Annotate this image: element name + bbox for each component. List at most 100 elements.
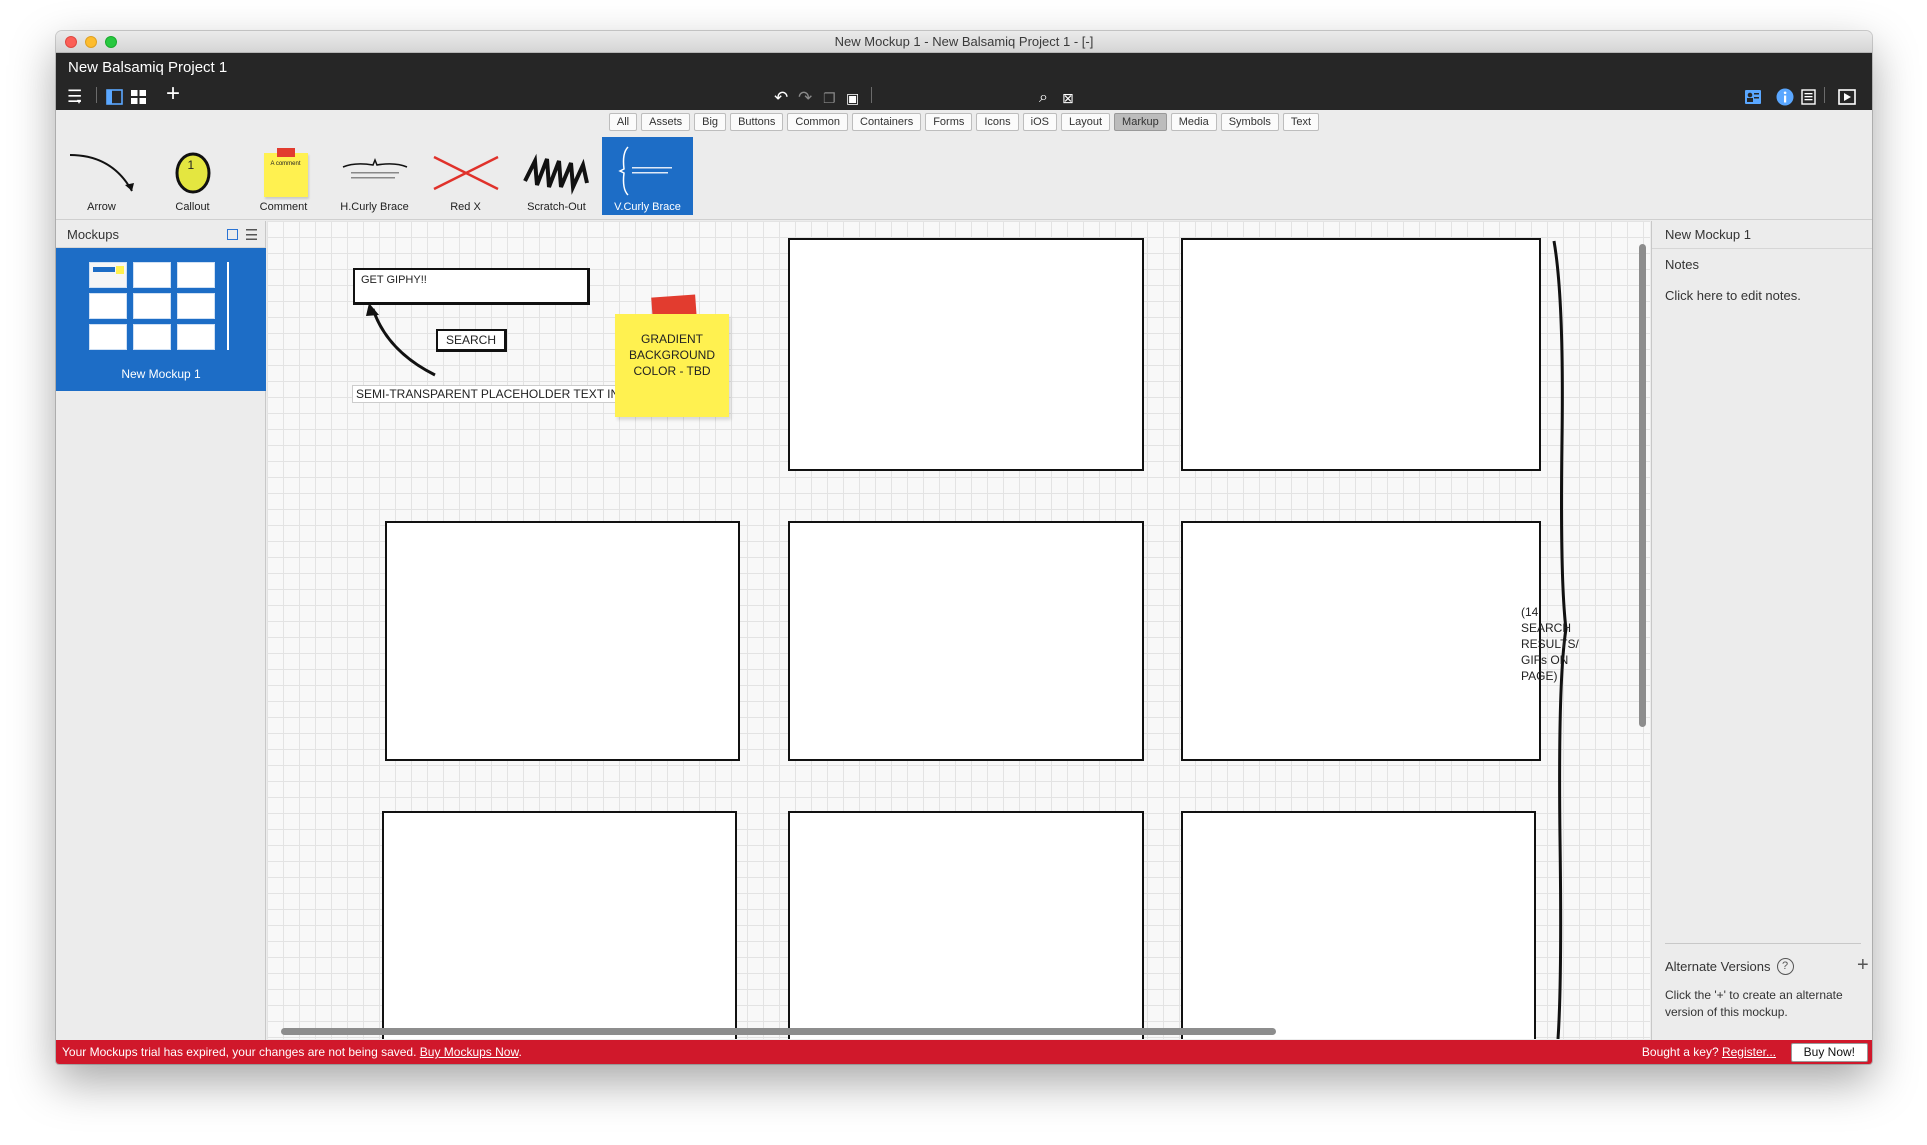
component-scratch-out[interactable]: Scratch-Out <box>511 137 602 215</box>
register-prompt: Bought a key? Register... <box>1641 1045 1776 1059</box>
mockup-name: New Mockup 1 <box>121 367 201 381</box>
copy-icon[interactable]: ❐ <box>823 88 836 108</box>
app-window: New Mockup 1 - New Balsamiq Project 1 - … <box>56 31 1872 1064</box>
sidebar-title: Mockups <box>67 226 120 242</box>
horizontal-scroll-thumb[interactable] <box>281 1028 1276 1035</box>
gif-result-placeholder[interactable] <box>788 811 1144 1039</box>
tab-big[interactable]: Big <box>694 113 727 131</box>
curved-arrow-icon <box>366 303 436 377</box>
thumbnail-view-icon[interactable] <box>227 229 238 240</box>
add-alternate-version-button[interactable]: + <box>1857 954 1869 977</box>
list-view-icon[interactable] <box>246 229 257 241</box>
grid-view-icon[interactable] <box>130 89 147 105</box>
tab-assets[interactable]: Assets <box>641 113 691 131</box>
sticky-note[interactable]: GRADIENT BACKGROUND COLOR - TBD <box>615 314 729 417</box>
trial-message: Your Mockups trial has expired, your cha… <box>62 1045 522 1059</box>
gif-result-placeholder[interactable] <box>1181 811 1536 1039</box>
clipboard-icon[interactable]: ⊠ <box>1062 88 1074 108</box>
properties-panel: New Mockup 1 Notes Click here to edit no… <box>1651 221 1872 1040</box>
tab-layout[interactable]: Layout <box>1061 113 1111 131</box>
title-bar: New Mockup 1 - New Balsamiq Project 1 - … <box>56 31 1872 53</box>
buy-now-button[interactable]: Buy Now! <box>1790 1043 1868 1062</box>
tab-all[interactable]: All <box>608 113 638 131</box>
app-header: New Balsamiq Project 1 ☰ ▾ + ↶ ↷ ❐ ▣ ⌕ ⊠ <box>56 53 1872 110</box>
gif-result-placeholder[interactable] <box>1181 521 1541 761</box>
tab-symbols[interactable]: Symbols <box>1220 113 1279 131</box>
mockup-thumbnail <box>89 262 229 352</box>
sidebar-header: Mockups <box>56 221 265 248</box>
divider <box>1665 943 1861 944</box>
alternate-versions-header: Alternate Versions ? <box>1665 958 1794 975</box>
mockups-sidebar: Mockups New Mockup 1 <box>56 221 266 1040</box>
close-window-button[interactable] <box>65 36 77 48</box>
help-icon[interactable]: ? <box>1776 958 1794 975</box>
component-label: Comment <box>259 201 308 213</box>
component-label: Scratch-Out <box>527 201 586 213</box>
component-callout[interactable]: 1 Callout <box>147 137 238 215</box>
tab-containers[interactable]: Containers <box>852 113 922 131</box>
undo-icon[interactable]: ↶ <box>774 88 788 108</box>
tab-forms[interactable]: Forms <box>925 113 973 131</box>
tab-markup[interactable]: Markup <box>1114 113 1167 131</box>
notes-label: Notes <box>1665 257 1699 272</box>
component-strip: Arrow 1 Callout A comment Comment H.Curl… <box>56 134 1872 220</box>
library-filter-tabs: All Assets Big Buttons Common Containers… <box>56 110 1872 134</box>
tab-common[interactable]: Common <box>787 113 848 131</box>
vertical-scroll-thumb[interactable] <box>1639 244 1646 727</box>
scratch-out-icon <box>522 153 589 195</box>
gif-result-placeholder[interactable] <box>1181 238 1541 471</box>
search-icon[interactable]: ⌕ <box>1039 88 1048 108</box>
window-title: New Mockup 1 - New Balsamiq Project 1 - … <box>834 34 1094 49</box>
panel-title: New Mockup 1 <box>1652 221 1872 249</box>
paste-icon[interactable]: ▣ <box>846 88 859 108</box>
vertical-scrollbar[interactable] <box>1637 226 1647 1016</box>
tab-icons[interactable]: Icons <box>976 113 1019 131</box>
notes-field[interactable]: Click here to edit notes. <box>1665 288 1801 303</box>
component-v-curly-brace[interactable]: V.Curly Brace <box>602 137 693 215</box>
component-h-curly-brace[interactable]: H.Curly Brace <box>329 137 420 215</box>
tab-media[interactable]: Media <box>1170 113 1217 131</box>
placeholder-annotation[interactable]: SEMI-TRANSPARENT PLACEHOLDER TEXT IN CSS <box>352 385 652 403</box>
add-icon[interactable]: + <box>166 82 180 106</box>
play-icon[interactable] <box>1838 89 1856 105</box>
gif-result-placeholder[interactable] <box>788 521 1144 761</box>
component-label: V.Curly Brace <box>614 201 681 213</box>
component-comment[interactable]: A comment Comment <box>238 137 329 215</box>
alternate-versions-label: Alternate Versions <box>1665 959 1771 974</box>
red-x-icon <box>432 155 499 191</box>
alternate-versions-description: Click the '+' to create an alternate ver… <box>1665 988 1843 1019</box>
minimize-window-button[interactable] <box>85 36 97 48</box>
mockup-thumbnail-item[interactable]: New Mockup 1 <box>56 248 266 391</box>
component-arrow[interactable]: Arrow <box>56 137 147 215</box>
sticky-note-icon: A comment <box>244 145 324 197</box>
gif-result-placeholder[interactable] <box>788 238 1144 471</box>
component-red-x[interactable]: Red X <box>420 137 511 215</box>
single-view-icon[interactable] <box>106 89 123 105</box>
mockup-canvas[interactable]: GET GIPHY!! SEARCH SEMI-TRANSPARENT PLAC… <box>267 221 1650 1039</box>
arrow-icon <box>69 154 134 192</box>
zoom-window-button[interactable] <box>105 36 117 48</box>
v-curly-brace-icon <box>617 146 672 196</box>
callout-icon: 1 <box>153 145 233 197</box>
project-title: New Balsamiq Project 1 <box>68 59 228 76</box>
tab-ios[interactable]: iOS <box>1022 113 1058 131</box>
register-link[interactable]: Register... <box>1722 1045 1776 1059</box>
window-controls <box>65 36 117 48</box>
document-icon[interactable] <box>1801 89 1816 105</box>
gif-result-placeholder[interactable] <box>382 811 737 1039</box>
trial-expired-bar: Your Mockups trial has expired, your cha… <box>56 1040 1872 1064</box>
results-count-note[interactable]: (14 SEARCH RESULTS/ GIFs ON PAGE) <box>1521 604 1591 684</box>
horizontal-scrollbar[interactable] <box>269 1025 1634 1037</box>
component-label: Red X <box>450 201 481 213</box>
tab-buttons[interactable]: Buttons <box>730 113 784 131</box>
info-icon[interactable] <box>1776 88 1794 106</box>
redo-icon[interactable]: ↷ <box>798 88 812 108</box>
gif-result-placeholder[interactable] <box>385 521 740 761</box>
buy-mockups-link[interactable]: Buy Mockups Now <box>420 1045 519 1059</box>
tab-text[interactable]: Text <box>1282 113 1320 131</box>
account-icon[interactable] <box>1744 89 1762 105</box>
chevron-down-icon: ▾ <box>77 97 82 106</box>
component-label: Callout <box>175 201 210 213</box>
search-input-mock[interactable]: GET GIPHY!! <box>353 268 590 305</box>
component-label: Arrow <box>87 201 116 213</box>
